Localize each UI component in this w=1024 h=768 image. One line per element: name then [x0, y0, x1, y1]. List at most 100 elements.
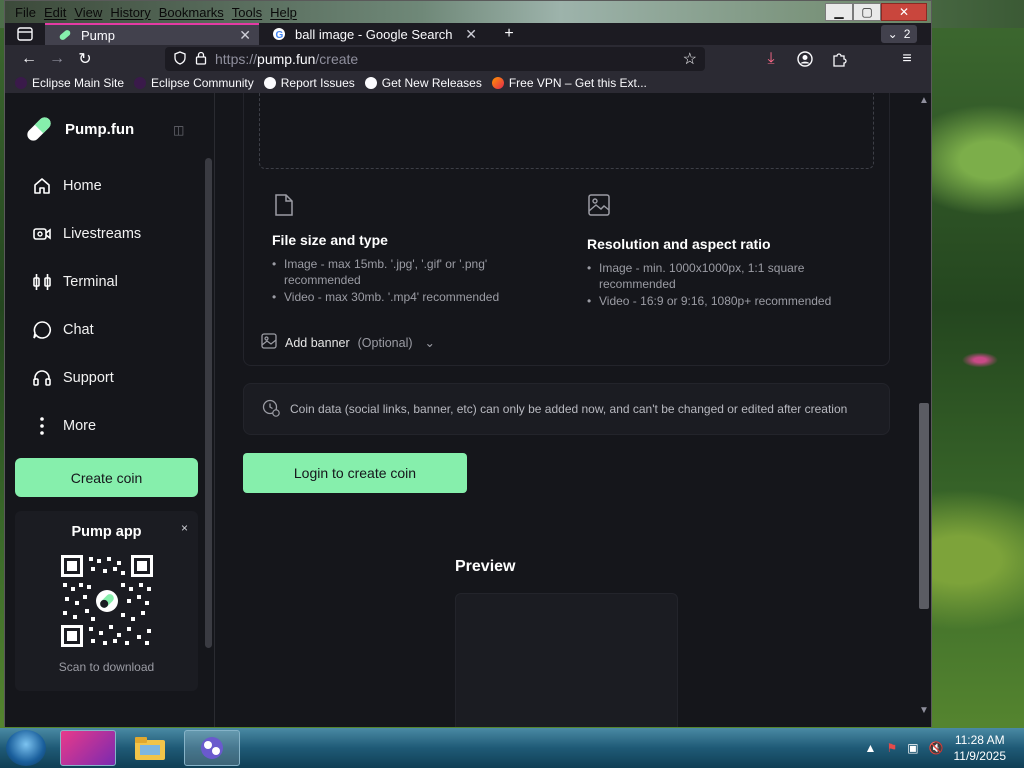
minimize-button[interactable]: ▁	[825, 3, 853, 21]
scrollbar-thumb[interactable]	[919, 403, 929, 609]
page-scrollbar[interactable]: ▲ ▼	[917, 93, 931, 727]
bookmark-label: Free VPN – Get this Ext...	[508, 76, 647, 90]
url-path: /create	[315, 51, 359, 67]
tab-pump[interactable]: Pump ✕	[45, 23, 259, 45]
bookmark-item[interactable]: Eclipse Main Site	[15, 76, 124, 90]
browser-taskbar-icon[interactable]	[184, 730, 240, 766]
requirement-item: Image - min. 1000x1000px, 1:1 square rec…	[587, 260, 877, 292]
menu-help[interactable]: Help	[266, 5, 301, 20]
sidebar-item-chat[interactable]: Chat	[31, 319, 94, 341]
url-bar[interactable]: https://pump.fun/create ☆	[165, 47, 705, 71]
pill-logo-icon	[23, 113, 55, 145]
bookmark-label: Eclipse Community	[151, 76, 254, 90]
chevron-down-icon: ⌄	[887, 27, 898, 41]
flag-icon[interactable]: ⚑	[886, 741, 897, 755]
new-tab-icon[interactable]: +	[495, 20, 523, 48]
menu-bookmarks[interactable]: Bookmarks	[155, 5, 228, 20]
qr-code	[61, 555, 153, 647]
sidebar-item-livestreams[interactable]: Livestreams	[31, 223, 141, 245]
pill-icon	[57, 27, 73, 43]
preview-card	[455, 593, 678, 727]
section-heading: Resolution and aspect ratio	[587, 236, 771, 252]
add-banner-toggle[interactable]: Add banner (Optional) ⌄	[261, 333, 435, 352]
tab-google[interactable]: G ball image - Google Search ✕	[259, 23, 485, 45]
scan-caption: Scan to download	[58, 660, 155, 674]
tab-overflow-button[interactable]: ⌄ 2	[881, 25, 917, 43]
chevron-down-icon: ⌄	[424, 336, 436, 350]
file-requirements: File size and type Image - max 15mb. '.j…	[272, 232, 552, 306]
notice-text: Coin data (social links, banner, etc) ca…	[290, 402, 848, 416]
sidebar-item-label: More	[63, 418, 97, 434]
close-window-button[interactable]: ✕	[881, 3, 927, 21]
menu-tools[interactable]: Tools	[228, 5, 266, 20]
bookmark-item[interactable]: Eclipse Community	[134, 76, 254, 90]
requirement-item: Video - max 30mb. '.mp4' recommended	[272, 289, 552, 305]
sidebar-scrollbar[interactable]	[205, 158, 212, 648]
taskbar-app-icon[interactable]	[60, 730, 116, 766]
sidebar-collapse-icon[interactable]: ◫	[173, 123, 184, 137]
sidebar-item-label: Chat	[63, 322, 94, 338]
github-icon	[263, 77, 276, 89]
media-dropzone[interactable]	[259, 93, 874, 169]
start-button[interactable]	[6, 730, 46, 766]
home-icon	[31, 175, 53, 197]
tab-bar: Pump ✕ G ball image - Google Search ✕ + …	[5, 23, 931, 45]
video-icon	[31, 223, 53, 245]
tray-expand-icon[interactable]: ▲	[865, 741, 877, 755]
back-icon[interactable]: ←	[15, 45, 43, 73]
scroll-down-icon[interactable]: ▼	[919, 705, 929, 716]
brand-logo[interactable]: Pump.fun	[23, 113, 134, 145]
tab-label: ball image - Google Search	[295, 26, 453, 42]
eclipse-icon	[15, 77, 27, 89]
chat-icon	[31, 319, 53, 341]
app-card-title: Pump app	[71, 524, 142, 540]
menu-file[interactable]: File	[11, 5, 40, 20]
forward-icon[interactable]: →	[43, 45, 71, 73]
sidebar-item-label: Home	[63, 178, 102, 194]
download-icon[interactable]: ⤓	[757, 45, 785, 73]
login-to-create-button[interactable]: Login to create coin	[243, 453, 467, 493]
sidebar-item-terminal[interactable]: Terminal	[31, 271, 118, 293]
account-icon[interactable]	[791, 45, 819, 73]
bookmark-label: Eclipse Main Site	[32, 76, 125, 90]
headset-icon	[31, 367, 53, 389]
clock[interactable]: 11:28 AM 11/9/2025	[954, 732, 1007, 764]
preview-heading: Preview	[455, 558, 516, 575]
reload-icon[interactable]: ↻	[71, 45, 99, 73]
create-coin-button[interactable]: Create coin	[15, 458, 198, 497]
extensions-icon[interactable]	[825, 45, 853, 73]
url-protocol: https://	[215, 51, 258, 67]
maximize-button[interactable]: ▢	[853, 3, 881, 21]
bookmark-item[interactable]: Report Issues	[263, 76, 355, 90]
close-tab-icon[interactable]: ✕	[465, 26, 477, 43]
menu-bar: File Edit View History Bookmarks Tools H…	[5, 1, 931, 23]
shield-icon[interactable]	[173, 50, 187, 68]
volume-muted-icon[interactable]: 🔇	[929, 741, 944, 755]
sidebar-item-more[interactable]: More	[31, 415, 96, 437]
hamburger-menu-icon[interactable]: ≡	[893, 45, 921, 73]
menu-view[interactable]: View	[70, 5, 106, 20]
bookmark-item[interactable]: Get New Releases	[364, 76, 482, 90]
terminal-icon	[31, 271, 53, 293]
bookmark-label: Get New Releases	[381, 76, 482, 90]
network-icon[interactable]: ▣	[907, 741, 918, 755]
tab-list-icon[interactable]	[5, 20, 45, 48]
close-icon[interactable]: ×	[181, 521, 188, 535]
tab-count: 2	[903, 27, 911, 41]
url-host: pump.fun	[257, 51, 316, 67]
page-content: Pump.fun ◫ Home Livestreams Terminal Cha…	[5, 93, 931, 727]
more-icon	[31, 415, 53, 437]
folder-icon[interactable]	[122, 730, 178, 766]
star-icon[interactable]: ☆	[683, 49, 697, 69]
window-controls: ▁ ▢ ✕	[825, 3, 927, 21]
menu-history[interactable]: History	[106, 5, 154, 20]
sidebar-item-home[interactable]: Home	[31, 175, 102, 197]
bookmark-item[interactable]: Free VPN – Get this Ext...	[491, 76, 647, 90]
navigation-toolbar: ← → ↻ https://pump.fun/create ☆ ⤓ ≡	[5, 45, 931, 73]
sidebar-item-support[interactable]: Support	[31, 367, 114, 389]
lock-icon[interactable]	[195, 51, 207, 68]
pump-app-card: Pump app × Scan to download	[15, 511, 198, 691]
close-tab-icon[interactable]: ✕	[239, 27, 251, 44]
menu-edit[interactable]: Edit	[40, 5, 70, 20]
scroll-up-icon[interactable]: ▲	[919, 95, 929, 106]
